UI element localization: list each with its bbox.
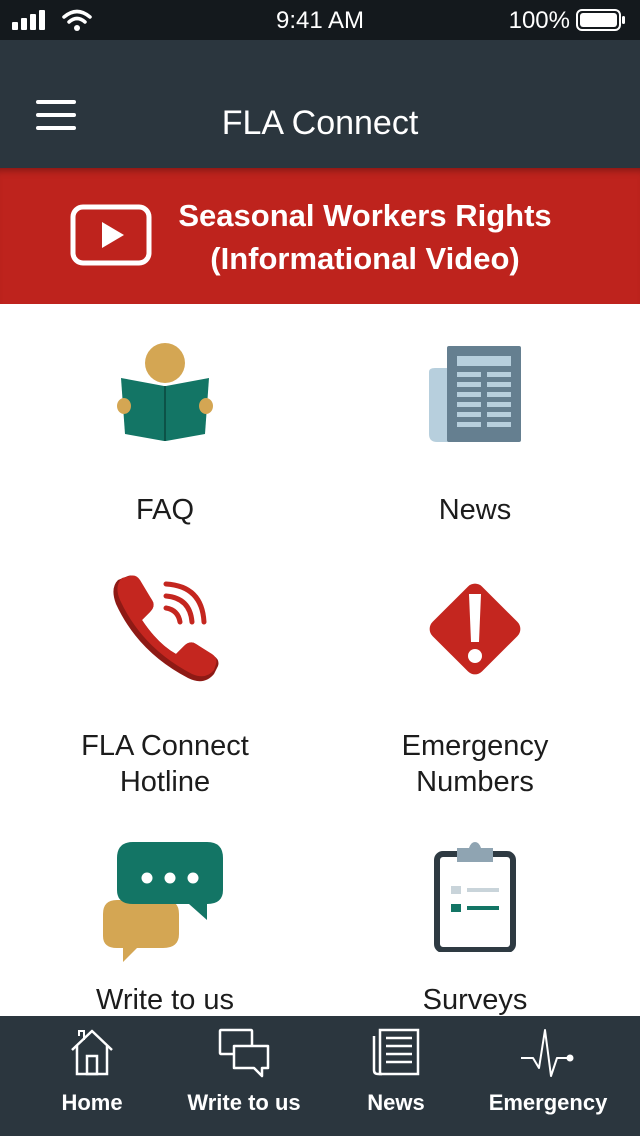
battery-icon [576,9,625,31]
play-video-icon [70,204,152,266]
chat-bubbles-icon [103,842,223,962]
warning-icon [429,583,521,675]
tab-news-label: News [367,1090,425,1115]
tab-news[interactable]: News [316,1016,476,1136]
tab-write-to-us[interactable]: Write to us [164,1016,324,1136]
hotline-label-line1: FLA Connect [81,730,249,762]
chat-outline-icon [218,1028,270,1078]
reading-person-icon [117,343,213,441]
emergency-numbers-label-line1: Emergency [401,730,549,762]
news-outline-icon [372,1028,420,1076]
menu-grid: FAQ News FLA Connect Hotline Emergency N… [0,304,640,1016]
nav-bar: FLA Connect [0,40,640,168]
status-bar: 9:41 AM 100% [0,0,640,40]
hotline-label-line2: Hotline [119,766,211,798]
phone-icon [113,575,219,682]
newspaper-icon [429,346,521,442]
faq-label: FAQ [135,494,194,526]
banner-subtitle: (Informational Video) [210,241,520,276]
faq-tile[interactable]: FAQ [5,324,325,560]
emergency-numbers-label: Emergency Numbers [315,728,635,800]
news-tile[interactable]: News [315,324,635,560]
write-to-us-tile[interactable]: Write to us [5,796,325,1016]
write-to-us-label: Write to us [95,984,235,1016]
clipboard-icon [434,842,516,952]
banner-text: Seasonal Workers Rights (Informational V… [160,194,570,280]
banner-title: Seasonal Workers Rights [178,198,552,233]
tab-home[interactable]: Home [12,1016,172,1136]
pulse-icon [521,1029,574,1077]
tab-home-label: Home [61,1090,123,1115]
tab-emergency-label: Emergency [488,1090,608,1115]
hotline-label: FLA Connect Hotline [5,728,325,800]
tab-write-to-us-label: Write to us [187,1090,301,1115]
hotline-tile[interactable]: FLA Connect Hotline [5,560,325,798]
surveys-label: Surveys [422,984,528,1016]
home-icon [71,1029,113,1076]
battery-percent: 100% [508,7,570,34]
app-title: FLA Connect [221,104,419,142]
bottom-tab-bar: Home Write to us News Emergency [0,1016,640,1136]
news-label: News [438,494,512,526]
emergency-numbers-label-line2: Numbers [416,766,534,798]
informational-video-banner[interactable]: Seasonal Workers Rights (Informational V… [0,168,640,304]
emergency-numbers-tile[interactable]: Emergency Numbers [315,560,635,798]
tab-emergency[interactable]: Emergency [468,1016,628,1136]
surveys-tile[interactable]: Surveys [315,796,635,1016]
